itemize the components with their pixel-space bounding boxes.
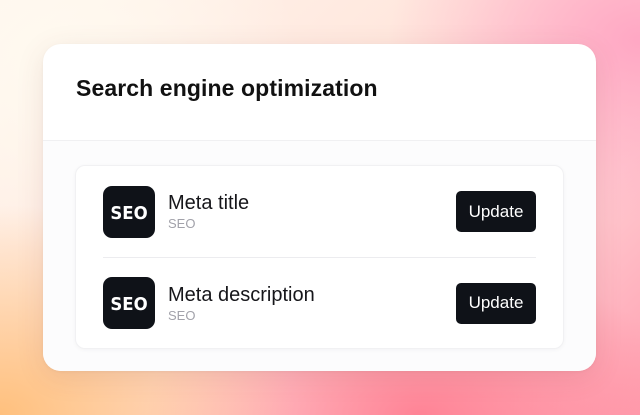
- seo-icon: SEO: [103, 277, 155, 329]
- seo-icon: SEO: [103, 185, 155, 238]
- update-meta-description-button[interactable]: Update: [456, 282, 536, 324]
- seo-settings-list: SEO Meta title SEO Update SEO Meta descr…: [75, 165, 564, 349]
- seo-icon-text: SEO: [110, 203, 147, 223]
- seo-icon-glyph: SEO: [110, 203, 147, 223]
- update-meta-title-button[interactable]: Update: [456, 191, 536, 232]
- card-header: Search engine optimization: [43, 44, 596, 141]
- card-body: SEO Meta title SEO Update SEO Meta descr…: [43, 141, 596, 371]
- list-item-meta-description: SEO Meta description SEO Update: [103, 257, 536, 348]
- list-item-title: Meta description: [168, 283, 315, 306]
- seo-icon-glyph: SEO: [110, 294, 147, 314]
- list-item-subtitle: SEO: [168, 307, 196, 323]
- list-item-subtitle: SEO: [168, 216, 196, 231]
- seo-card: Search engine optimization SEO Meta titl…: [43, 44, 596, 371]
- card-title: Search engine optimization: [76, 75, 378, 101]
- list-item-text: Meta description SEO: [168, 283, 456, 324]
- list-item-meta-title: SEO Meta title SEO Update: [103, 166, 536, 257]
- seo-icon-text: SEO: [110, 294, 147, 314]
- list-item-text: Meta title SEO: [168, 191, 456, 232]
- list-item-title: Meta title: [168, 192, 250, 214]
